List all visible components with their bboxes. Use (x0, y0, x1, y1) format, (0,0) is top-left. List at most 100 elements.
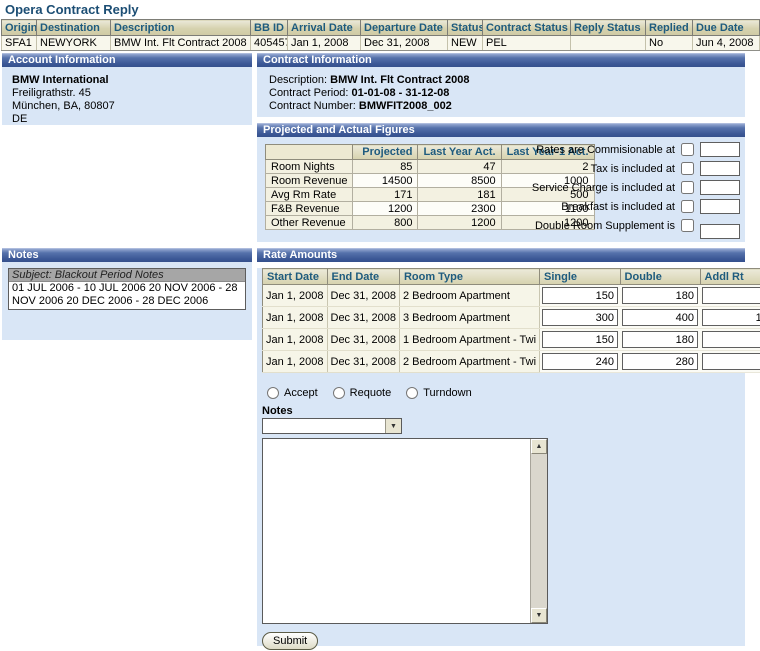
col-header-status: Status (448, 20, 483, 36)
rate-room-type: 3 Bedroom Apartment (399, 307, 539, 329)
rate-addl-input[interactable] (702, 309, 760, 326)
turndown-radio[interactable] (406, 387, 418, 399)
rate-end-date: Dec 31, 2008 (327, 329, 399, 351)
cell-departure-date: Dec 31, 2008 (361, 36, 448, 51)
figures-label: Avg Rm Rate (266, 188, 353, 202)
account-information-content: BMW International Freiligrathstr. 45 Mün… (2, 67, 252, 125)
contract-information-content: Description: BMW Int. Flt Contract 2008 … (257, 67, 745, 117)
turndown-radio-label: Turndown (423, 387, 472, 399)
double-room-supplement-value-input[interactable] (700, 224, 740, 239)
contract-number-label: Contract Number: (269, 100, 356, 112)
tax-value-input[interactable] (700, 161, 740, 176)
rate-room-type: 1 Bedroom Apartment - Twi (399, 329, 539, 351)
cell-bb-id: 405457 (251, 36, 288, 51)
rate-row-2: Jan 1, 2008 Dec 31, 2008 3 Bedroom Apart… (263, 307, 760, 329)
rates-col-end-date: End Date (327, 269, 399, 285)
requote-radio-pair: Requote (333, 387, 392, 399)
double-room-supplement-label: Double Room Supplement is (535, 220, 675, 232)
option-row-breakfast: Breakfast is included at (532, 197, 740, 216)
service-charge-checkbox[interactable] (681, 181, 694, 194)
scroll-up-icon[interactable]: ▲ (531, 439, 547, 454)
figures-value: 47 (418, 160, 501, 174)
rate-start-date: Jan 1, 2008 (263, 351, 328, 373)
contracts-header-row: Origin Destination Description BB ID Arr… (2, 20, 760, 36)
requote-radio[interactable] (333, 387, 345, 399)
rate-end-date: Dec 31, 2008 (327, 307, 399, 329)
rate-row-3: Jan 1, 2008 Dec 31, 2008 1 Bedroom Apart… (263, 329, 760, 351)
submit-button[interactable]: Submit (262, 632, 318, 650)
rate-end-date: Dec 31, 2008 (327, 351, 399, 373)
notes-template-select[interactable]: ▼ (262, 418, 402, 434)
figures-value: 8500 (418, 174, 501, 188)
rate-double-input[interactable] (622, 309, 698, 326)
double-room-supplement-checkbox[interactable] (681, 219, 694, 232)
figures-value: 1200 (353, 202, 418, 216)
rate-addl-input[interactable] (702, 287, 760, 304)
breakfast-checkbox[interactable] (681, 200, 694, 213)
cell-contract-status: PEL (483, 36, 571, 51)
reply-radio-group: Accept Requote Turndown (267, 387, 745, 399)
accept-radio[interactable] (267, 387, 279, 399)
contract-description-value: BMW Int. Flt Contract 2008 (330, 74, 469, 86)
account-information-header: Account Information (2, 53, 252, 67)
col-header-description: Description (111, 20, 251, 36)
rate-double-input[interactable] (622, 287, 698, 304)
page-title: Opera Contract Reply (5, 2, 139, 17)
chevron-down-icon[interactable]: ▼ (385, 419, 401, 433)
projected-figures-content: Projected Last Year Act. Last Year-1 Act… (257, 137, 745, 242)
cell-reply-status (571, 36, 646, 51)
rate-addl-input[interactable] (702, 353, 760, 370)
cell-replied: No (646, 36, 693, 51)
commisionable-value-input[interactable] (700, 142, 740, 157)
rates-col-room-type: Room Type (399, 269, 539, 285)
notes-body-text: 01 JUL 2006 - 10 JUL 2006 20 NOV 2006 - … (9, 282, 245, 309)
contract-period-label: Contract Period: (269, 87, 348, 99)
commisionable-checkbox[interactable] (681, 143, 694, 156)
account-address-line-1: Freiligrathstr. 45 (12, 87, 248, 100)
col-header-due-date: Due Date (693, 20, 760, 36)
requote-radio-label: Requote (350, 387, 392, 399)
rate-row-4: Jan 1, 2008 Dec 31, 2008 2 Bedroom Apart… (263, 351, 760, 373)
rate-start-date: Jan 1, 2008 (263, 307, 328, 329)
rate-room-type: 2 Bedroom Apartment (399, 285, 539, 307)
commisionable-label: Rates are Commisionable at (536, 144, 675, 156)
contract-information-header: Contract Information (257, 53, 745, 67)
account-information-panel: Account Information BMW International Fr… (2, 53, 252, 125)
rates-col-double: Double (620, 269, 700, 285)
rate-double-input[interactable] (622, 353, 698, 370)
rates-col-single: Single (540, 269, 621, 285)
rate-single-input[interactable] (542, 331, 618, 348)
rates-col-addl-rt: Addl Rt (700, 269, 760, 285)
col-header-arrival-date: Arrival Date (288, 20, 361, 36)
rate-single-input[interactable] (542, 353, 618, 370)
tax-checkbox[interactable] (681, 162, 694, 175)
textarea-scrollbar[interactable]: ▲ ▼ (530, 439, 547, 623)
rate-single-input[interactable] (542, 287, 618, 304)
figures-value: 1200 (418, 216, 501, 230)
scroll-down-icon[interactable]: ▼ (531, 608, 547, 623)
service-charge-value-input[interactable] (700, 180, 740, 195)
notes-panel: Notes Subject: Blackout Period Notes 01 … (2, 248, 252, 340)
rate-single-input[interactable] (542, 309, 618, 326)
notes-subject-bar: Subject: Blackout Period Notes (9, 269, 245, 282)
rates-header-row: Start Date End Date Room Type Single Dou… (263, 269, 760, 285)
rate-amounts-panel: Rate Amounts Start Date End Date Room Ty… (257, 248, 745, 646)
option-row-commisionable: Rates are Commisionable at (532, 140, 740, 159)
col-header-reply-status: Reply Status (571, 20, 646, 36)
option-row-tax: Tax is included at (532, 159, 740, 178)
cell-arrival-date: Jan 1, 2008 (288, 36, 361, 51)
col-header-bb-id: BB ID (251, 20, 288, 36)
rate-addl-input[interactable] (702, 331, 760, 348)
cell-status: NEW (448, 36, 483, 51)
rate-double-input[interactable] (622, 331, 698, 348)
notes-panel-header: Notes (2, 248, 252, 262)
contract-information-panel: Contract Information Description: BMW In… (257, 53, 745, 117)
reply-notes-textarea[interactable] (263, 439, 531, 623)
accept-radio-label: Accept (284, 387, 318, 399)
rate-amounts-content: Start Date End Date Room Type Single Dou… (257, 268, 745, 646)
contract-number-value: BMWFIT2008_002 (359, 100, 452, 112)
breakfast-value-input[interactable] (700, 199, 740, 214)
contract-period-row: Contract Period: 01-01-08 - 31-12-08 (269, 87, 741, 100)
col-header-destination: Destination (37, 20, 111, 36)
figures-value: 171 (353, 188, 418, 202)
